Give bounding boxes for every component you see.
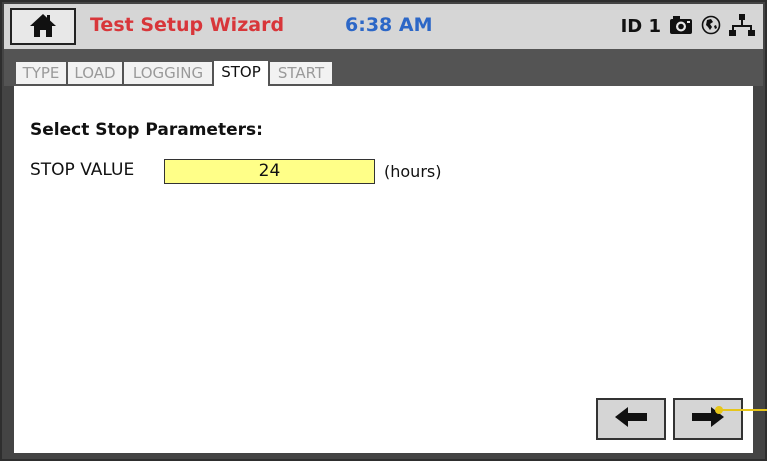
stop-value-input[interactable]: 24 (164, 159, 375, 184)
tab-stop[interactable]: STOP (214, 61, 268, 86)
clock-time: 6:38 AM (345, 14, 433, 36)
stop-value-label: STOP VALUE (30, 160, 135, 180)
tab-logging[interactable]: LOGGING (124, 62, 212, 84)
camera-icon[interactable] (669, 15, 693, 39)
arrow-left-icon (613, 406, 649, 432)
home-button[interactable] (10, 8, 76, 45)
callout-pointer-line (718, 409, 767, 411)
tab-bar: TYPE LOAD LOGGING STOP START (4, 49, 763, 86)
back-button[interactable] (596, 398, 666, 440)
app-window: Test Setup Wizard 6:38 AM ID 1 TYPE LOAD… (0, 0, 767, 461)
home-icon (29, 12, 57, 42)
tab-type[interactable]: TYPE (16, 62, 66, 84)
tab-load[interactable]: LOAD (68, 62, 122, 84)
tab-start[interactable]: START (270, 62, 332, 84)
unit-label: (hours) (384, 162, 442, 181)
next-button[interactable] (673, 398, 743, 440)
device-id: ID 1 (620, 16, 661, 37)
network-icon[interactable] (729, 13, 755, 41)
header-bar: Test Setup Wizard 6:38 AM ID 1 (4, 4, 763, 49)
callout-pointer-dot (715, 406, 723, 414)
status-icons: ID 1 (621, 10, 755, 43)
page-title: Test Setup Wizard (90, 14, 285, 36)
section-title: Select Stop Parameters: (30, 120, 263, 140)
content-panel: Select Stop Parameters: STOP VALUE 24 (h… (14, 86, 753, 453)
globe-icon[interactable] (701, 15, 721, 39)
